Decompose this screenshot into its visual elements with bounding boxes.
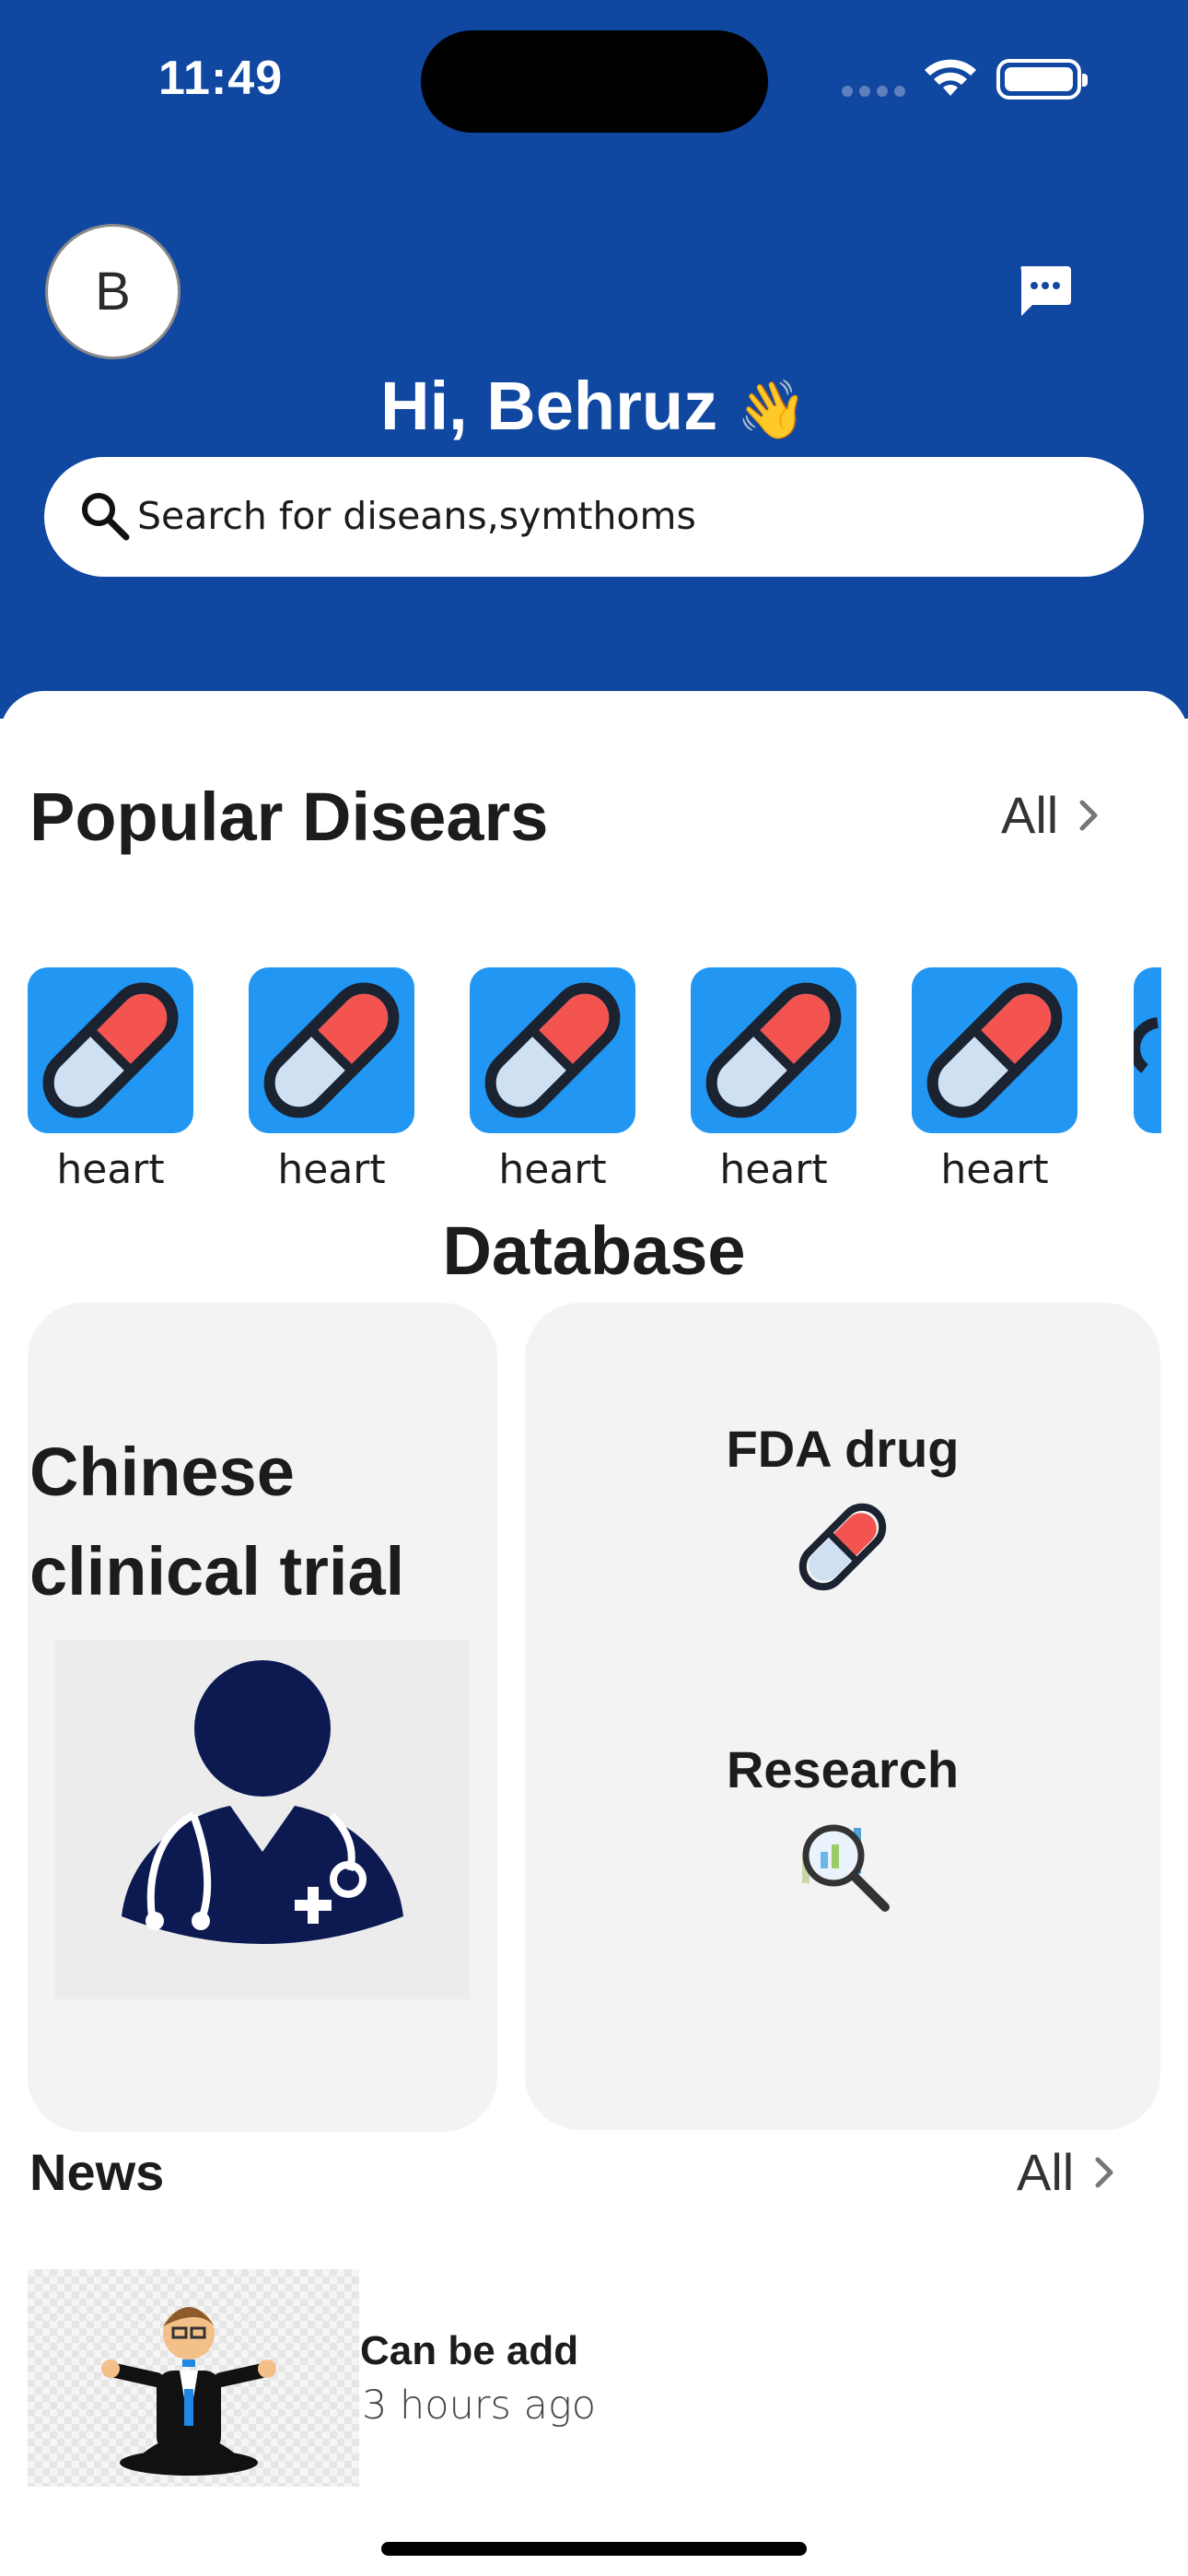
disease-item[interactable]: heart [28, 967, 193, 1193]
home-indicator[interactable] [381, 2542, 807, 2556]
disease-item-partial[interactable] [1134, 967, 1161, 1133]
disease-label: heart [940, 1146, 1049, 1193]
chevron-right-icon [1079, 800, 1098, 830]
chevron-right-icon [1095, 2157, 1113, 2187]
dynamic-island [421, 30, 768, 133]
avatar[interactable]: B [45, 224, 181, 359]
disease-icon-tile [691, 967, 856, 1133]
pill-icon [42, 982, 179, 1118]
research-link[interactable]: Research [525, 1739, 1160, 1799]
search-icon [82, 493, 130, 541]
chat-icon[interactable] [1016, 263, 1073, 320]
research-magnifier-icon[interactable] [787, 1809, 898, 1920]
battery-icon [996, 59, 1088, 100]
news-item-time: 3 hours ago [362, 2383, 597, 2429]
news-item-title: Can be add [360, 2328, 579, 2373]
news-item[interactable]: Can be add 3 hours ago [28, 2269, 1160, 2490]
pill-icon [484, 982, 621, 1118]
search-placeholder: Search for diseans,symthoms [137, 494, 696, 538]
waving-hand-icon: 👋 [736, 379, 808, 442]
disease-label: heart [56, 1146, 165, 1193]
disease-label: heart [719, 1146, 828, 1193]
news-all-link[interactable]: All [1017, 2142, 1114, 2202]
fda-drug-link[interactable]: FDA drug [525, 1419, 1160, 1479]
greeting-text: Hi, Behruz [380, 368, 718, 444]
database-title: Database [442, 1212, 746, 1289]
status-time: 11:49 [158, 52, 284, 105]
cellular-signal-icon [842, 86, 905, 97]
greeting: Hi, Behruz 👋 [0, 367, 1188, 445]
news-title: News [29, 2143, 165, 2201]
card-title: Chinese clinical trial [29, 1434, 405, 1610]
popular-title: Popular Disears [29, 779, 549, 855]
pill-icon [926, 982, 1063, 1118]
search-input[interactable]: Search for diseans,symthoms [44, 457, 1144, 577]
disease-item[interactable]: heart [470, 967, 635, 1193]
chinese-clinical-trial-card[interactable]: Chinese clinical trial [28, 1303, 497, 2132]
disease-item[interactable]: heart [249, 967, 414, 1193]
disease-item[interactable]: heart [912, 967, 1077, 1193]
disease-icon-tile [249, 967, 414, 1133]
disease-icon-tile [28, 967, 193, 1133]
wifi-icon [925, 59, 976, 96]
pill-icon [1134, 1017, 1159, 1073]
news-all-label: All [1017, 2143, 1075, 2201]
popular-all-link[interactable]: All [1001, 785, 1099, 845]
database-right-card: FDA drug Research [525, 1303, 1160, 2130]
pill-icon [263, 982, 400, 1118]
popular-all-label: All [1001, 786, 1059, 844]
disease-icon-tile [912, 967, 1077, 1133]
header: 11:49 B Hi, Behruz 👋 Search for diseans,… [0, 0, 1188, 719]
pill-icon[interactable] [787, 1492, 898, 1602]
news-thumbnail [28, 2269, 359, 2487]
doctor-icon [55, 1640, 470, 1999]
pill-icon [705, 982, 842, 1118]
disease-label: heart [277, 1146, 386, 1193]
cartoon-man-image [101, 2307, 276, 2476]
disease-item[interactable]: heart [691, 967, 856, 1193]
disease-label: heart [498, 1146, 607, 1193]
disease-icon-tile [470, 967, 635, 1133]
